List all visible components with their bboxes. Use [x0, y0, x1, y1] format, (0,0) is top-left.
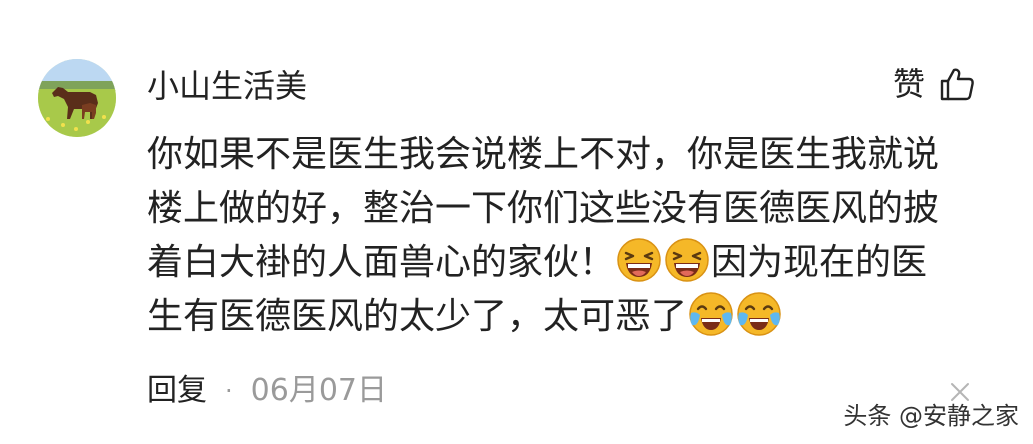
laughing-emoji-icon: [616, 237, 662, 283]
comment-text: 你如果不是医生我会说楼上不对，你是医生我就说楼上做的好，整治一下你们这些没有医德…: [147, 128, 962, 344]
username[interactable]: 小山生活美: [147, 64, 307, 108]
crying-laughing-emoji-icon: [736, 291, 782, 337]
thumbs-up-icon: [939, 67, 975, 101]
like-label: 赞: [892, 65, 925, 103]
watermark: 头条 @安静之家: [843, 402, 1019, 430]
comment-card: 小山生活美 赞 你如果不是医生我会说楼上不对，你是医生我就说楼上做的好，整治一下…: [0, 0, 1033, 444]
avatar[interactable]: [38, 59, 116, 137]
comment-date: 06月07日: [250, 373, 387, 408]
laughing-emoji-icon: [664, 237, 710, 283]
horse-avatar-image: [38, 59, 116, 137]
crying-laughing-emoji-icon: [688, 291, 734, 337]
like-button[interactable]: 赞: [893, 62, 975, 106]
reply-button[interactable]: 回复: [147, 370, 207, 412]
comment-meta: 回复 · 06月07日: [147, 370, 387, 412]
meta-separator: ·: [225, 377, 233, 405]
